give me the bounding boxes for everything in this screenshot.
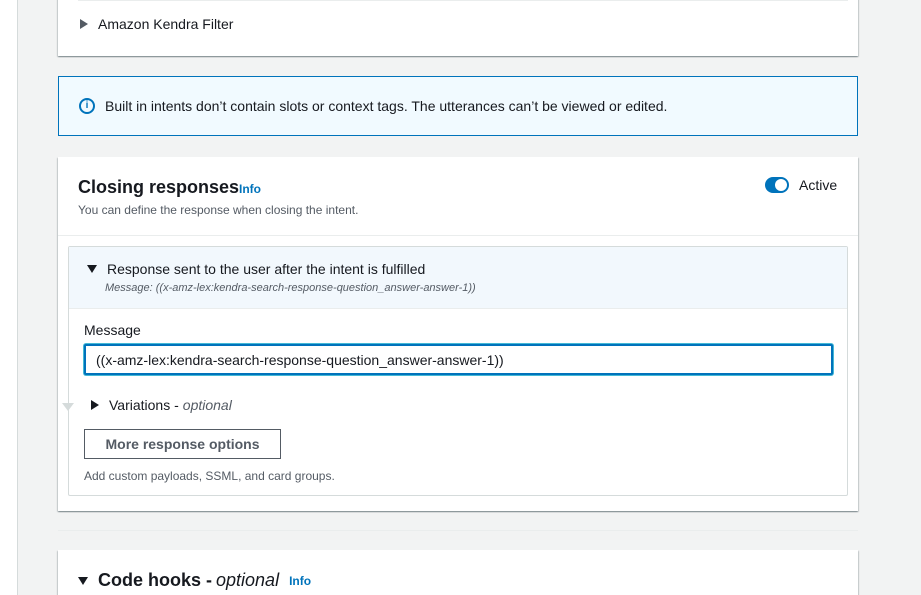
info-alert: i Built in intents don’t contain slots o… bbox=[58, 76, 858, 136]
caret-right-icon bbox=[80, 19, 88, 29]
message-input[interactable] bbox=[84, 344, 833, 375]
response-expander[interactable]: Response sent to the user after the inte… bbox=[87, 261, 425, 277]
code-hooks-title: Code hooks - bbox=[98, 570, 213, 590]
closing-responses-title: Closing responses bbox=[78, 177, 240, 197]
message-label: Message bbox=[84, 322, 141, 338]
variations-label: Variations - bbox=[109, 397, 179, 413]
code-hooks-panel: Code hooks - optional Info bbox=[58, 550, 858, 595]
caret-down-icon bbox=[78, 576, 88, 585]
code-hooks-expander[interactable]: Code hooks - optional Info bbox=[78, 570, 311, 591]
divider bbox=[78, 0, 848, 1]
closing-responses-info-link[interactable]: Info bbox=[239, 182, 261, 196]
more-response-options-button[interactable]: More response options bbox=[84, 429, 281, 459]
active-toggle-label: Active bbox=[799, 177, 838, 193]
alert-text: Built in intents don’t contain slots or … bbox=[105, 98, 668, 114]
more-response-options-description: Add custom payloads, SSML, and card grou… bbox=[84, 469, 335, 483]
code-hooks-info-link[interactable]: Info bbox=[289, 574, 311, 588]
caret-down-icon bbox=[87, 265, 97, 273]
section-divider bbox=[58, 530, 858, 531]
variations-expander[interactable]: Variations - optional bbox=[91, 397, 232, 413]
info-icon: i bbox=[79, 98, 95, 114]
caret-right-icon bbox=[91, 400, 99, 410]
response-header: Response sent to the user after the inte… bbox=[69, 247, 847, 309]
speech-bubble-tail bbox=[62, 403, 74, 411]
closing-responses-header: Closing responses Info You can define th… bbox=[58, 157, 858, 236]
kendra-filter-label: Amazon Kendra Filter bbox=[98, 16, 234, 32]
active-toggle[interactable] bbox=[765, 177, 789, 193]
closing-responses-description: You can define the response when closing… bbox=[78, 203, 359, 217]
code-hooks-optional-label: optional bbox=[216, 570, 280, 590]
active-toggle-group: Active bbox=[765, 177, 837, 193]
variations-optional-label: optional bbox=[182, 397, 232, 413]
closing-responses-panel: Closing responses Info You can define th… bbox=[58, 157, 858, 511]
kendra-filter-panel: Amazon Kendra Filter bbox=[58, 0, 858, 56]
response-header-label: Response sent to the user after the inte… bbox=[107, 261, 426, 277]
response-message-summary: Message: ((x-amz-lex:kendra-search-respo… bbox=[105, 282, 476, 294]
response-container: Response sent to the user after the inte… bbox=[68, 246, 848, 496]
left-navigation-rail bbox=[0, 0, 18, 595]
kendra-filter-expander[interactable]: Amazon Kendra Filter bbox=[80, 16, 233, 32]
